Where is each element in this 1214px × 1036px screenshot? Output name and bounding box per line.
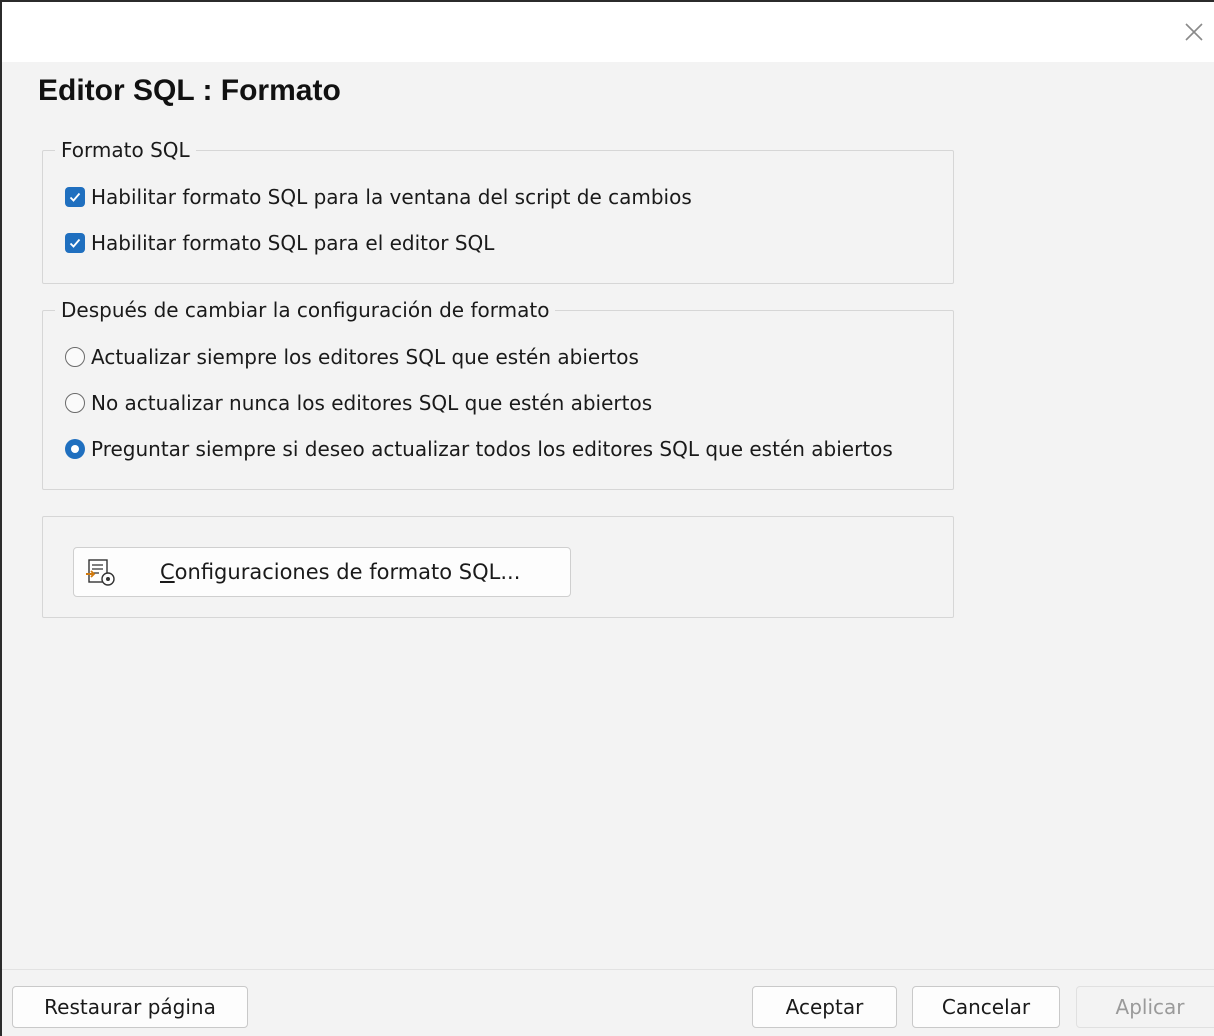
dialog-footer: Restaurar página Aceptar Cancelar Aplica… bbox=[2, 969, 1214, 1036]
radio-label: No actualizar nunca los editores SQL que… bbox=[91, 391, 653, 415]
settings-group: Configuraciones de formato SQL... bbox=[42, 516, 954, 618]
checkbox-label: Habilitar formato SQL para la ventana de… bbox=[91, 185, 692, 209]
radio-button[interactable] bbox=[65, 393, 85, 413]
radio-never-update[interactable]: No actualizar nunca los editores SQL que… bbox=[65, 390, 652, 416]
format-settings-icon bbox=[86, 559, 115, 586]
settings-button-label: Configuraciones de formato SQL... bbox=[160, 560, 521, 584]
checkbox-checked[interactable] bbox=[65, 187, 85, 207]
title-bar bbox=[2, 2, 1214, 62]
checkmark-icon bbox=[69, 192, 81, 202]
radio-always-update[interactable]: Actualizar siempre los editores SQL que … bbox=[65, 344, 639, 370]
radio-always-ask[interactable]: Preguntar siempre si deseo actualizar to… bbox=[65, 436, 893, 462]
page-title: Editor SQL : Formato bbox=[38, 74, 341, 107]
enable-format-editor-checkbox[interactable]: Habilitar formato SQL para el editor SQL bbox=[65, 230, 494, 256]
group-legend: Formato SQL bbox=[55, 137, 196, 163]
radio-button[interactable] bbox=[65, 347, 85, 367]
sql-format-group: Formato SQL Habilitar formato SQL para l… bbox=[42, 137, 954, 284]
restore-page-button[interactable]: Restaurar página bbox=[12, 986, 248, 1028]
checkbox-checked[interactable] bbox=[65, 233, 85, 253]
enable-format-script-checkbox[interactable]: Habilitar formato SQL para la ventana de… bbox=[65, 184, 692, 210]
radio-label: Actualizar siempre los editores SQL que … bbox=[91, 345, 639, 369]
ok-button[interactable]: Aceptar bbox=[752, 986, 897, 1028]
close-icon bbox=[1185, 23, 1203, 41]
group-legend: Después de cambiar la configuración de f… bbox=[55, 297, 556, 323]
apply-button[interactable]: Aplicar bbox=[1076, 986, 1214, 1028]
after-change-group: Después de cambiar la configuración de f… bbox=[42, 297, 954, 490]
close-button[interactable] bbox=[1174, 10, 1214, 54]
checkmark-icon bbox=[69, 238, 81, 248]
checkbox-label: Habilitar formato SQL para el editor SQL bbox=[91, 231, 495, 255]
content-area: Editor SQL : Formato Formato SQL Habilit… bbox=[2, 62, 1214, 970]
options-dialog: Editor SQL : Formato Formato SQL Habilit… bbox=[0, 0, 1214, 1036]
sql-format-settings-button[interactable]: Configuraciones de formato SQL... bbox=[73, 547, 571, 597]
radio-button-selected[interactable] bbox=[65, 439, 85, 459]
cancel-button[interactable]: Cancelar bbox=[912, 986, 1060, 1028]
radio-label: Preguntar siempre si deseo actualizar to… bbox=[91, 437, 893, 461]
